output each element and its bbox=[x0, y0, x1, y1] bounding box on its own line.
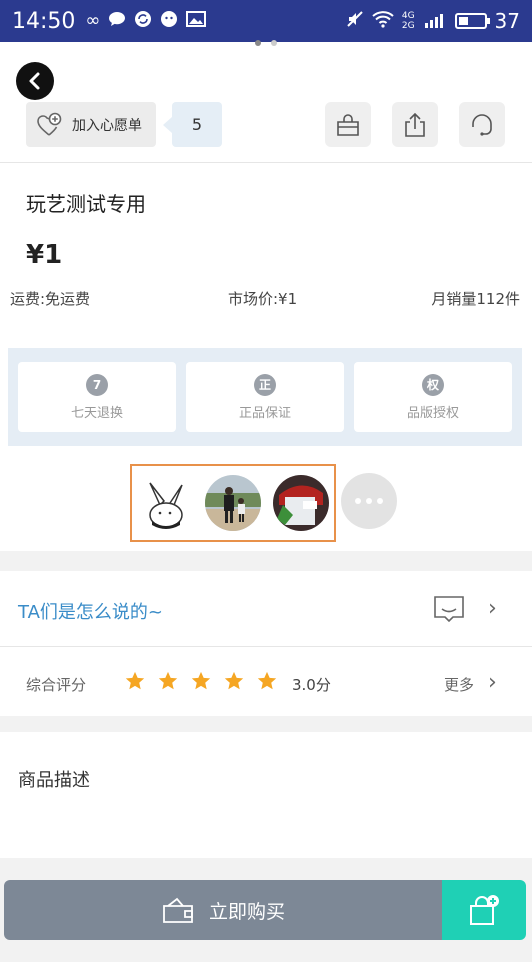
carousel-dots bbox=[0, 40, 532, 46]
wishlist-label: 加入心愿单 bbox=[72, 117, 142, 134]
wifi-icon bbox=[372, 9, 394, 33]
emoji-icon bbox=[160, 10, 178, 32]
comment-icon[interactable] bbox=[432, 592, 466, 626]
guarantee-label: 七天退换 bbox=[70, 405, 123, 421]
customer-service-button[interactable] bbox=[459, 102, 505, 147]
mute-icon bbox=[346, 9, 364, 33]
section-separator bbox=[0, 716, 532, 732]
guarantee-panel: 7 七天退换 正 正品保证 权 品版授权 bbox=[8, 348, 522, 446]
add-to-cart-button[interactable] bbox=[442, 880, 526, 940]
divider bbox=[0, 162, 532, 163]
section-separator bbox=[0, 551, 532, 571]
buy-now-label: 立即购买 bbox=[208, 900, 285, 923]
heart-plus-icon bbox=[37, 112, 62, 136]
guarantee-label: 正品保证 bbox=[238, 405, 291, 421]
chevron-right-icon[interactable]: › bbox=[488, 596, 497, 621]
share-button[interactable] bbox=[392, 102, 438, 147]
dot bbox=[355, 498, 361, 504]
signal-icon bbox=[424, 9, 447, 33]
more-reviews-link[interactable]: 更多 bbox=[444, 674, 474, 695]
license-badge-icon: 权 bbox=[422, 373, 444, 396]
network-top-label: 4G bbox=[401, 11, 415, 21]
guarantee-licensed[interactable]: 权 品版授权 bbox=[354, 362, 512, 432]
star-icon bbox=[224, 671, 244, 690]
reviews-heading[interactable]: TA们是怎么说的~ bbox=[18, 598, 163, 624]
authentic-badge-icon: 正 bbox=[254, 373, 276, 396]
guarantee-authentic[interactable]: 正 正品保证 bbox=[186, 362, 344, 432]
dot bbox=[366, 498, 372, 504]
share-icon bbox=[405, 112, 425, 137]
image-icon bbox=[186, 11, 207, 31]
monthly-sales: 月销量112件 bbox=[431, 290, 520, 308]
buy-now-button[interactable]: 立即购买 bbox=[4, 880, 442, 940]
rating-stars bbox=[124, 670, 278, 692]
shop-button[interactable] bbox=[325, 102, 371, 147]
status-bar: 14:50 ∞ 4G 2G 37 bbox=[0, 0, 532, 42]
seven-day-badge-icon: 7 bbox=[86, 373, 108, 396]
star-icon bbox=[257, 671, 277, 690]
battery-percent: 37 bbox=[494, 9, 520, 33]
carousel-dot bbox=[255, 40, 261, 46]
avatar[interactable] bbox=[138, 475, 194, 531]
star-icon bbox=[125, 671, 145, 690]
rating-label: 综合评分 bbox=[26, 676, 87, 694]
cart-plus-icon bbox=[470, 895, 499, 925]
star-icon bbox=[158, 671, 178, 690]
status-time: 14:50 bbox=[12, 8, 76, 34]
wallet-icon bbox=[163, 897, 193, 923]
avatar[interactable] bbox=[205, 475, 261, 531]
carousel-dot bbox=[271, 40, 277, 46]
back-button[interactable] bbox=[16, 62, 54, 100]
bag-icon bbox=[337, 113, 359, 136]
market-price: 市场价:¥1 bbox=[228, 290, 298, 308]
buyer-avatars bbox=[130, 464, 336, 542]
guarantee-label: 品版授权 bbox=[406, 405, 459, 421]
guarantee-seven-day-return[interactable]: 7 七天退换 bbox=[18, 362, 176, 432]
divider bbox=[0, 646, 532, 647]
avatar[interactable] bbox=[273, 475, 329, 531]
network-bottom-label: 2G bbox=[401, 21, 415, 31]
chevron-right-icon[interactable]: › bbox=[488, 670, 497, 695]
rating-score: 3.0分 bbox=[292, 676, 331, 694]
product-price: ¥1 bbox=[26, 240, 63, 270]
wishlist-count: 5 bbox=[163, 102, 222, 147]
infinity-icon: ∞ bbox=[85, 10, 101, 31]
battery-fill bbox=[458, 17, 468, 25]
battery-icon bbox=[454, 13, 490, 29]
shipping-fee: 运费:免运费 bbox=[10, 290, 91, 308]
dot bbox=[377, 498, 383, 504]
chevron-left-icon bbox=[29, 72, 40, 90]
add-to-wishlist-button[interactable]: 加入心愿单 bbox=[26, 102, 156, 147]
headset-icon bbox=[472, 113, 492, 136]
product-title: 玩艺测试专用 bbox=[26, 192, 146, 216]
star-icon bbox=[191, 671, 211, 690]
description-heading: 商品描述 bbox=[18, 770, 90, 791]
sync-icon bbox=[134, 10, 152, 32]
network-labels: 4G 2G bbox=[402, 11, 415, 31]
chat-bubble-icon bbox=[108, 11, 126, 31]
more-avatars-button[interactable] bbox=[341, 473, 397, 529]
